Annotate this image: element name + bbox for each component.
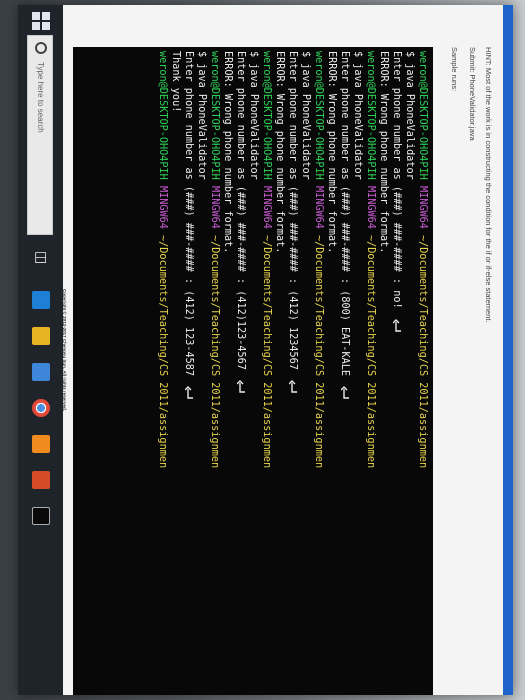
input-prompt: Enter phone number as (###) ###-#### : bbox=[183, 51, 194, 291]
input-prompt: Enter phone number as (###) ###-#### : bbox=[391, 51, 402, 291]
terminal-response: ERROR: Wrong phone number format. bbox=[326, 51, 337, 254]
input-prompt: Enter phone number as (###) ###-#### : bbox=[235, 51, 246, 291]
prompt-system: MINGW64 bbox=[157, 185, 168, 229]
enter-key-icon bbox=[183, 376, 194, 400]
edge-icon[interactable] bbox=[32, 291, 50, 309]
prompt-path: ~/Documents/Teaching/CS 2011/assignmen bbox=[417, 235, 428, 469]
input-prompt: Enter phone number as (###) ###-#### : bbox=[287, 51, 298, 291]
user-input: (412) 123-4587 bbox=[183, 290, 194, 377]
java-icon[interactable] bbox=[32, 471, 50, 489]
terminal-command: $ java PhoneValidator bbox=[248, 51, 259, 180]
terminal-prompt: weron@DESKTOP-OHO4PIH MINGW64 ~/Document… bbox=[416, 51, 429, 695]
terminal-prompt: weron@DESKTOP-OHO4PIH MINGW64 ~/Document… bbox=[260, 51, 273, 695]
input-prompt: Enter phone number as (###) ###-#### : bbox=[339, 51, 350, 291]
terminal-prompt: weron@DESKTOP-OHO4PIH MINGW64 ~/Document… bbox=[156, 51, 169, 695]
photo-background: HINT: Most of the work is in constructin… bbox=[0, 0, 525, 700]
prompt-system: MINGW64 bbox=[261, 185, 272, 229]
prompt-system: MINGW64 bbox=[365, 185, 376, 229]
terminal-response: ERROR: Wrong phone number format. bbox=[222, 51, 233, 254]
terminal-response: ERROR: Wrong phone number format. bbox=[378, 51, 389, 254]
terminal-input-line: Enter phone number as (###) ###-#### : (… bbox=[338, 51, 351, 695]
enter-key-icon bbox=[287, 370, 298, 394]
user-input: no! bbox=[391, 290, 402, 309]
terminal-response: ERROR: Wrong phone number format. bbox=[274, 51, 285, 254]
monitor-screen: HINT: Most of the work is in constructin… bbox=[18, 5, 513, 695]
terminal-prompt: weron@DESKTOP-OHO4PIH MINGW64 ~/Document… bbox=[208, 51, 221, 695]
hint-text: HINT: Most of the work is in constructin… bbox=[484, 47, 493, 323]
window-title-bar bbox=[503, 5, 513, 695]
file-explorer-icon[interactable] bbox=[32, 327, 50, 345]
terminal-icon[interactable] bbox=[32, 507, 50, 525]
terminal-prompt: weron@DESKTOP-OHO4PIH MINGW64 ~/Document… bbox=[364, 51, 377, 695]
terminal-response: Thank you! bbox=[170, 51, 181, 113]
store-icon[interactable] bbox=[32, 363, 50, 381]
task-view-icon[interactable]: ◫ bbox=[33, 251, 51, 264]
prompt-path: ~/Documents/Teaching/CS 2011/assignmen bbox=[209, 235, 220, 469]
terminal-input-line: Enter phone number as (###) ###-#### : (… bbox=[234, 51, 247, 695]
prompt-path: ~/Documents/Teaching/CS 2011/assignmen bbox=[365, 235, 376, 469]
taskbar: Type here to search ◫ bbox=[18, 5, 63, 695]
start-icon[interactable] bbox=[31, 11, 51, 31]
terminal-window[interactable]: weron@DESKTOP-OHO4PIH MINGW64 ~/Document… bbox=[73, 47, 433, 695]
terminal-command: $ java PhoneValidator bbox=[352, 51, 363, 180]
terminal-command: $ java PhoneValidator bbox=[404, 51, 415, 180]
prompt-user: weron@DESKTOP-OHO4PIH bbox=[417, 51, 428, 180]
terminal-input-line: Enter phone number as (###) ###-#### : (… bbox=[182, 51, 195, 695]
user-input: (412) 1234567 bbox=[287, 290, 298, 370]
enter-key-icon bbox=[391, 309, 402, 333]
terminal-command: $ java PhoneValidator bbox=[196, 51, 207, 180]
prompt-user: weron@DESKTOP-OHO4PIH bbox=[209, 51, 220, 180]
enter-key-icon bbox=[235, 370, 246, 394]
enter-key-icon bbox=[339, 376, 350, 400]
user-input: (412)123-4567 bbox=[235, 290, 246, 370]
sample-runs-label: Sample runs: bbox=[450, 47, 459, 92]
prompt-path: ~/Documents/Teaching/CS 2011/assignmen bbox=[313, 235, 324, 469]
terminal-command: $ java PhoneValidator bbox=[300, 51, 311, 180]
assignment-page: HINT: Most of the work is in constructin… bbox=[62, 5, 503, 695]
user-input: (800) EAT-KALE bbox=[339, 290, 350, 377]
prompt-user: weron@DESKTOP-OHO4PIH bbox=[261, 51, 272, 180]
prompt-path: ~/Documents/Teaching/CS 2011/assignmen bbox=[157, 235, 168, 469]
terminal-prompt: weron@DESKTOP-OHO4PIH MINGW64 ~/Document… bbox=[312, 51, 325, 695]
prompt-path: ~/Documents/Teaching/CS 2011/assignmen bbox=[261, 235, 272, 469]
prompt-user: weron@DESKTOP-OHO4PIH bbox=[313, 51, 324, 180]
taskbar-search-box[interactable]: Type here to search bbox=[27, 35, 53, 235]
prompt-system: MINGW64 bbox=[209, 185, 220, 229]
submit-text: Submit: PhoneValidator.java bbox=[468, 47, 477, 141]
search-placeholder: Type here to search bbox=[36, 62, 45, 133]
chrome-icon[interactable] bbox=[32, 399, 50, 417]
terminal-input-line: Enter phone number as (###) ###-#### : n… bbox=[390, 51, 403, 695]
sublime-icon[interactable] bbox=[32, 435, 50, 453]
prompt-system: MINGW64 bbox=[417, 185, 428, 229]
prompt-user: weron@DESKTOP-OHO4PIH bbox=[365, 51, 376, 180]
prompt-system: MINGW64 bbox=[313, 185, 324, 229]
prompt-user: weron@DESKTOP-OHO4PIH bbox=[157, 51, 168, 180]
terminal-input-line: Enter phone number as (###) ###-#### : (… bbox=[286, 51, 299, 695]
cortana-icon bbox=[35, 42, 47, 54]
